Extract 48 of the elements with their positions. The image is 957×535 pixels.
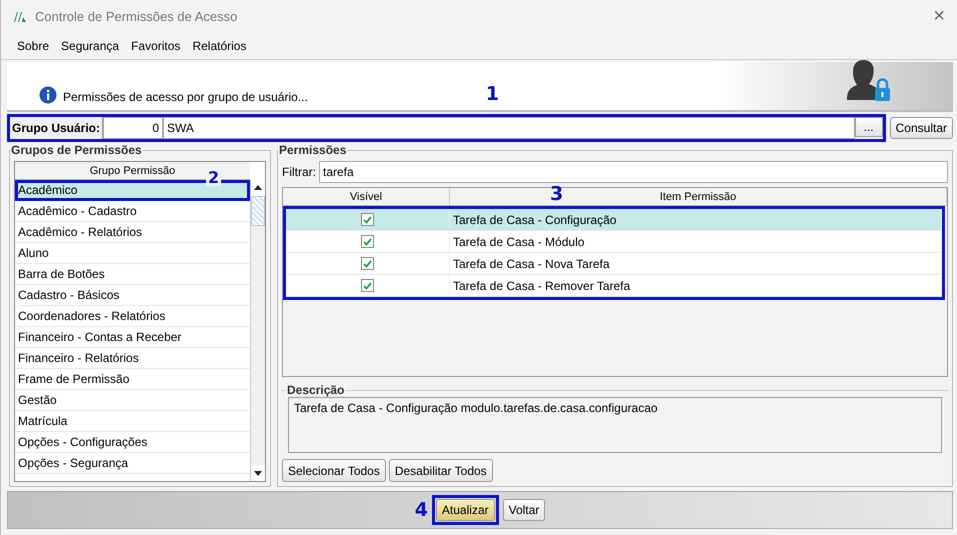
disable-all-button[interactable]: Desabilitar Todos	[388, 459, 493, 482]
table-cell: Tarefa de Casa - Nova Tarefa	[450, 253, 942, 274]
menu-item[interactable]: Relatórios	[186, 39, 252, 53]
scroll-down-icon[interactable]	[251, 465, 265, 481]
info-icon	[39, 86, 57, 104]
table-cell: Tarefa de Casa - Configuração	[450, 209, 942, 230]
scrollbar[interactable]	[250, 180, 265, 481]
browse-button[interactable]: ...	[854, 117, 883, 137]
menu-item[interactable]: Sobre	[11, 39, 56, 53]
scroll-up-icon[interactable]	[251, 180, 265, 196]
select-all-button[interactable]: Selecionar Todos	[282, 459, 386, 482]
column-header: Visível	[350, 190, 382, 202]
menu-item[interactable]: Favoritos	[125, 39, 186, 53]
column-title: Grupo Permissão	[90, 164, 176, 176]
table-row[interactable]: Tarefa de Casa - Nova Tarefa	[286, 253, 942, 275]
section-title: Descrição	[286, 383, 346, 397]
checkbox[interactable]	[361, 257, 374, 270]
table-cell: Tarefa de Casa - Remover Tarefa	[450, 275, 942, 296]
back-button[interactable]: Voltar	[502, 499, 546, 521]
group-name-field[interactable]: SWA	[163, 117, 855, 139]
filter-field[interactable]: tarefa	[319, 161, 948, 183]
close-button[interactable]: ×	[933, 5, 945, 28]
callout-number: 3	[550, 184, 564, 204]
checkbox[interactable]	[361, 279, 374, 292]
callout-number: 4	[414, 500, 428, 520]
user-group-label: Grupo Usuário:	[10, 117, 104, 139]
table-cell: Tarefa de Casa - Módulo	[450, 231, 942, 252]
panel-title: Permissões	[278, 143, 348, 157]
scroll-thumb[interactable]	[251, 196, 265, 226]
query-button[interactable]: Consultar	[890, 117, 953, 139]
checkbox[interactable]	[361, 235, 374, 248]
group-code-field[interactable]: 0	[103, 117, 164, 139]
app-logo-icon	[13, 10, 27, 22]
filter-label: Filtrar:	[282, 165, 316, 179]
banner-message: Permissões de acesso por grupo de usuário...	[63, 90, 309, 104]
table-row[interactable]: Tarefa de Casa - Remover Tarefa	[286, 275, 942, 297]
table-row[interactable]: Tarefa de Casa - Módulo	[286, 231, 942, 253]
checkbox[interactable]	[361, 213, 374, 226]
column-header: Item Permissão	[660, 190, 736, 202]
callout-number: 2	[206, 169, 222, 186]
update-button[interactable]: Atualizar	[436, 499, 495, 521]
description-field[interactable]: Tarefa de Casa - Configuração modulo.tarefas.de.casa.configuracao	[288, 397, 942, 453]
window-title: Controle de Permissões de Acesso	[35, 9, 238, 24]
user-lock-icon	[845, 58, 893, 104]
table-row[interactable]: Tarefa de Casa - Configuração	[286, 209, 942, 231]
menu-item[interactable]: Segurança	[55, 39, 126, 53]
callout-number: 1	[486, 84, 499, 104]
panel-title: Grupos de Permissões	[10, 143, 143, 157]
